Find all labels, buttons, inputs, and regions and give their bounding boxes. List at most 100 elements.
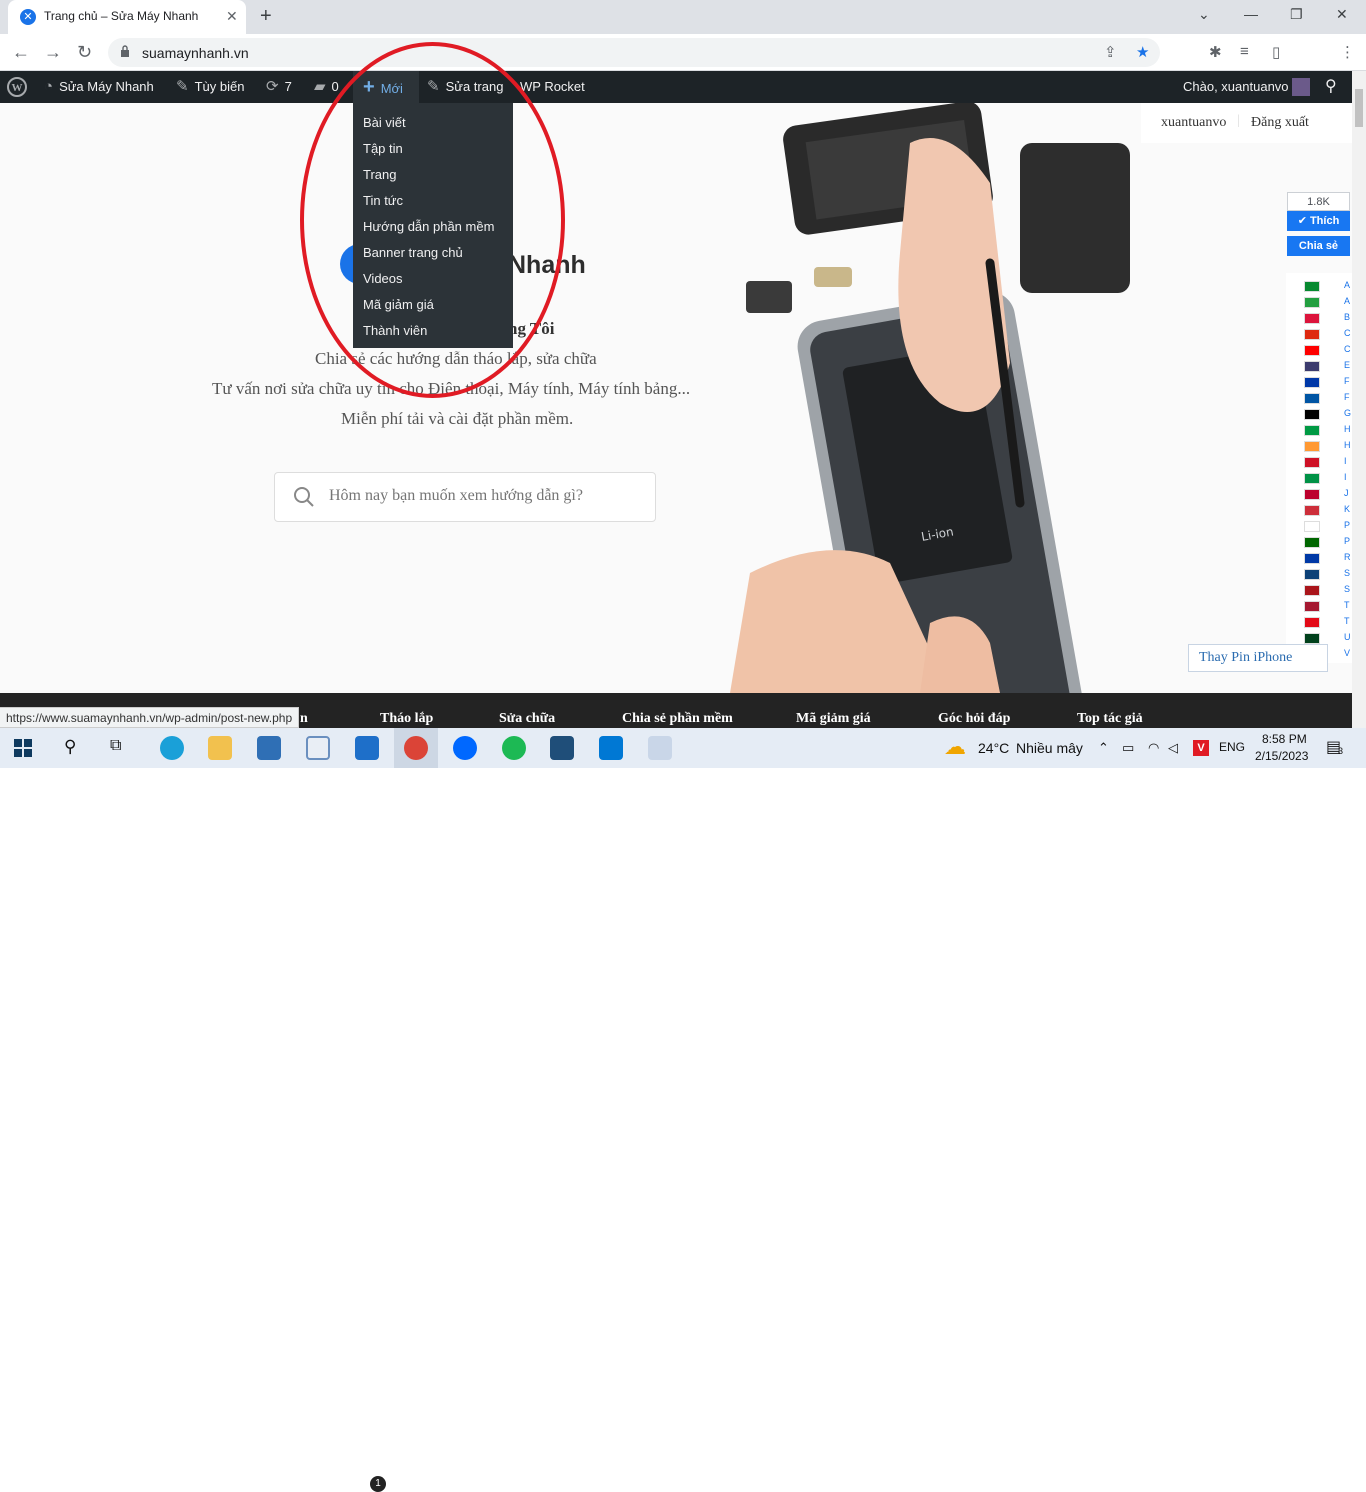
flag-icon[interactable]	[1304, 585, 1320, 596]
dropdown-item-coupons[interactable]: Mã giảm giá	[363, 297, 434, 312]
flag-language-label[interactable]: P	[1344, 536, 1350, 546]
footer-item-disassembly[interactable]: Tháo lắp	[380, 711, 433, 727]
footer-item-repair[interactable]: Sửa chữa	[499, 711, 555, 727]
puzzle-icon[interactable]: ✱	[1209, 43, 1222, 61]
task-view-icon[interactable]: ⧉	[110, 737, 121, 755]
logout-link[interactable]: Đăng xuất	[1251, 115, 1309, 131]
edge-icon[interactable]	[160, 736, 184, 760]
dropdown-item-page[interactable]: Trang	[363, 167, 396, 182]
flag-icon[interactable]	[1304, 313, 1320, 324]
tab-close-icon[interactable]: ✕	[226, 8, 238, 25]
dropdown-item-news[interactable]: Tin tức	[363, 193, 403, 208]
flag-icon[interactable]	[1304, 569, 1320, 580]
flag-icon[interactable]	[1304, 409, 1320, 420]
flag-language-label[interactable]: A	[1344, 280, 1350, 290]
share-icon[interactable]: ⇪	[1104, 43, 1117, 61]
flag-language-label[interactable]: A	[1344, 296, 1350, 306]
page-scrollbar[interactable]	[1352, 71, 1366, 728]
flag-language-label[interactable]: F	[1344, 392, 1350, 402]
mail-icon[interactable]	[355, 736, 379, 760]
taskbar-search-icon[interactable]: ⚲	[64, 737, 76, 757]
dropdown-item-member[interactable]: Thành viên	[363, 323, 427, 338]
weather-temp[interactable]: 24°C	[978, 740, 1009, 756]
username-link[interactable]: xuantuanvo	[1161, 115, 1226, 131]
windows-start-icon[interactable]	[14, 739, 32, 757]
menu-kebab-icon[interactable]: ⋮	[1340, 43, 1355, 61]
weather-text[interactable]: Nhiều mây	[1016, 740, 1083, 756]
maximize-icon[interactable]: ❐	[1290, 6, 1303, 23]
flag-icon[interactable]	[1304, 617, 1320, 628]
minimize-icon[interactable]: —	[1244, 6, 1258, 22]
clock-date[interactable]: 2/15/2023	[1255, 749, 1308, 763]
flag-language-label[interactable]: B	[1344, 312, 1350, 322]
tray-chevron-icon[interactable]: ⌃	[1098, 740, 1109, 756]
flag-language-label[interactable]: F	[1344, 376, 1350, 386]
scrollbar-thumb[interactable]	[1355, 89, 1363, 127]
flag-language-label[interactable]: H	[1344, 424, 1351, 434]
clock-time[interactable]: 8:58 PM	[1262, 732, 1307, 746]
media-queue-icon[interactable]: ≡	[1240, 43, 1249, 60]
dropdown-item-media[interactable]: Tập tin	[363, 141, 403, 156]
footer-item-top-authors[interactable]: Top tác giả	[1077, 711, 1143, 727]
admin-greeting[interactable]: Chào, xuantuanvo	[1183, 71, 1289, 103]
footer-item-qa[interactable]: Góc hỏi đáp	[938, 711, 1010, 727]
sidebar-icon[interactable]: ▯	[1272, 43, 1280, 61]
flag-language-label[interactable]: H	[1344, 440, 1351, 450]
flag-language-label[interactable]: T	[1344, 616, 1350, 626]
flag-icon[interactable]	[1304, 329, 1320, 340]
admin-search-icon[interactable]: ⚲	[1325, 71, 1337, 103]
photos-icon[interactable]	[257, 736, 281, 760]
flag-icon[interactable]	[1304, 457, 1320, 468]
bookmark-star-icon[interactable]: ★	[1136, 43, 1149, 61]
flag-icon[interactable]	[1304, 521, 1320, 532]
flag-icon[interactable]	[1304, 345, 1320, 356]
flag-icon[interactable]	[1304, 393, 1320, 404]
sql-tool-icon[interactable]	[550, 736, 574, 760]
flag-language-label[interactable]: T	[1344, 600, 1350, 610]
search-input[interactable]	[329, 487, 639, 505]
reload-icon[interactable]: ↻	[77, 42, 92, 63]
file-explorer-icon[interactable]	[208, 736, 232, 760]
flag-icon[interactable]	[1304, 505, 1320, 516]
dropdown-item-home-banner[interactable]: Banner trang chủ	[363, 245, 463, 260]
admin-site-name[interactable]: ◔ Sửa Máy Nhanh	[44, 71, 154, 103]
flag-language-label[interactable]: G	[1344, 408, 1351, 418]
flag-icon[interactable]	[1304, 633, 1320, 644]
flag-icon[interactable]	[1304, 281, 1320, 292]
browser-tab[interactable]: ✕ Trang chủ – Sửa Máy Nhanh ✕	[8, 0, 246, 34]
admin-avatar[interactable]	[1292, 78, 1310, 96]
flag-language-label[interactable]: R	[1344, 552, 1351, 562]
flag-icon[interactable]	[1304, 297, 1320, 308]
promo-link-thay-pin[interactable]: Thay Pin iPhone	[1188, 644, 1328, 672]
admin-new-menu[interactable]: + Mới	[353, 71, 419, 103]
flag-icon[interactable]	[1304, 361, 1320, 372]
flag-language-label[interactable]: K	[1344, 504, 1350, 514]
flag-language-label[interactable]: I	[1344, 456, 1347, 466]
flag-icon[interactable]	[1304, 441, 1320, 452]
admin-updates[interactable]: ⟳ 7	[266, 71, 292, 103]
language-indicator[interactable]: ENG	[1219, 740, 1245, 754]
chrome-icon[interactable]	[404, 736, 428, 760]
tab-search-chevron-icon[interactable]: ⌄	[1198, 6, 1210, 23]
admin-wp-rocket[interactable]: WP Rocket	[520, 71, 585, 103]
window-close-icon[interactable]: ✕	[1336, 6, 1348, 23]
flag-icon[interactable]	[1304, 489, 1320, 500]
footer-item-coupons[interactable]: Mã giảm giá	[796, 711, 871, 727]
new-tab-button[interactable]: +	[260, 5, 272, 28]
paint-icon[interactable]	[648, 736, 672, 760]
flag-language-label[interactable]: U	[1344, 632, 1351, 642]
fb-share-button[interactable]: Chia sẻ	[1287, 236, 1350, 256]
fb-like-button[interactable]: ✔ Thích	[1287, 211, 1350, 231]
antivirus-icon[interactable]: V	[1193, 740, 1209, 756]
flag-icon[interactable]	[1304, 537, 1320, 548]
dropdown-item-videos[interactable]: Videos	[363, 271, 403, 286]
flag-icon[interactable]	[1304, 553, 1320, 564]
forward-icon[interactable]: →	[44, 42, 62, 63]
battery-icon[interactable]: ▭	[1122, 740, 1134, 756]
store-icon[interactable]	[306, 736, 330, 760]
flag-icon[interactable]	[1304, 377, 1320, 388]
flag-icon[interactable]	[1304, 601, 1320, 612]
zalo-icon[interactable]	[453, 736, 477, 760]
hero-search[interactable]	[274, 472, 656, 522]
admin-edit-page[interactable]: ✎ Sửa trang	[427, 71, 503, 103]
